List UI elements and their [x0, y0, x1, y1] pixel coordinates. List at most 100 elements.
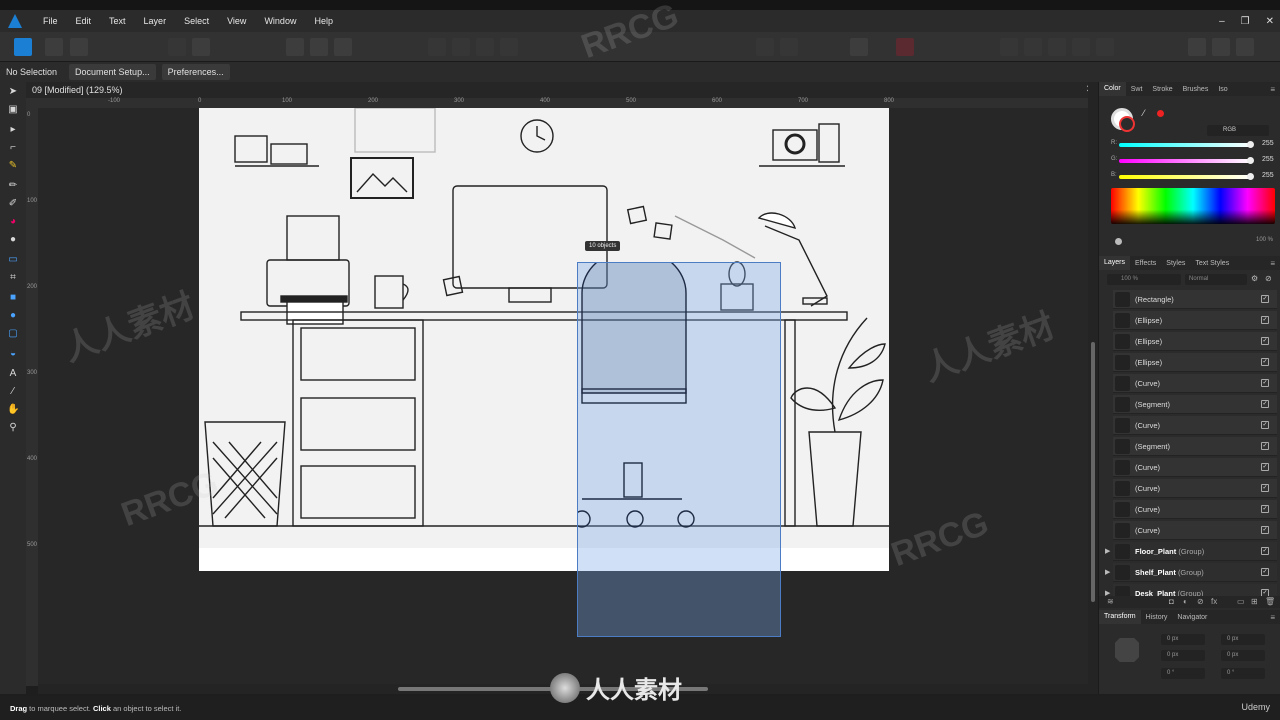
ellipse-tool-icon[interactable]: ● [7, 310, 19, 322]
layer-row[interactable]: (Curve) ✓ [1113, 500, 1277, 519]
visibility-checkbox[interactable]: ✓ [1261, 421, 1269, 429]
arrange-front-icon[interactable] [1188, 38, 1206, 56]
tab-iso[interactable]: Iso [1213, 86, 1232, 93]
zoom-tool-icon[interactable]: ⚲ [7, 422, 19, 434]
layer-row[interactable]: (Ellipse) ✓ [1113, 332, 1277, 351]
add-layer-icon[interactable]: ▭ [1237, 597, 1245, 606]
stroke-swatch[interactable] [1119, 116, 1135, 132]
toolbar-button[interactable] [756, 38, 774, 56]
text-tool-icon[interactable]: A [7, 368, 19, 380]
menu-view[interactable]: View [218, 16, 255, 26]
boolean-add-icon[interactable] [1000, 38, 1018, 56]
place-image-icon[interactable]: ▭ [7, 254, 19, 266]
hand-tool-icon[interactable]: ✋ [7, 404, 19, 416]
grid-icon[interactable] [850, 38, 868, 56]
align-top-icon[interactable] [500, 38, 518, 56]
visibility-checkbox[interactable]: ✓ [1261, 295, 1269, 303]
canvas-workspace[interactable]: 10 objects [38, 108, 1088, 684]
toolbar-button[interactable] [780, 38, 798, 56]
layer-group-row[interactable]: ▶ Floor_Plant (Group) ✓ [1105, 542, 1277, 561]
y-position-field[interactable]: 0 px [1161, 650, 1205, 661]
delete-layer-icon[interactable]: 🗑 [1265, 597, 1275, 606]
layer-row[interactable]: (Rectangle) ✓ [1113, 290, 1277, 309]
pencil-tool-icon[interactable]: ✏ [7, 180, 19, 192]
menu-help[interactable]: Help [305, 16, 342, 26]
blue-knob[interactable] [1247, 173, 1254, 180]
boolean-xor-icon[interactable] [1072, 38, 1090, 56]
tab-effects[interactable]: Effects [1130, 260, 1161, 267]
eyedropper-icon[interactable]: ⁄ [1143, 108, 1145, 118]
layer-row[interactable]: (Curve) ✓ [1113, 374, 1277, 393]
blend-mode-select[interactable]: Normal [1185, 274, 1247, 285]
tab-styles[interactable]: Styles [1161, 260, 1190, 267]
designer-persona-icon[interactable] [14, 38, 32, 56]
menu-text[interactable]: Text [100, 16, 135, 26]
node-tool-icon[interactable]: ▸ [7, 124, 19, 136]
height-field[interactable]: 0 px [1221, 650, 1265, 661]
transparency-tool-icon[interactable]: ● [7, 234, 19, 246]
visibility-checkbox[interactable]: ✓ [1261, 463, 1269, 471]
vertical-scrollbar[interactable] [1088, 82, 1098, 694]
layer-group-row[interactable]: ▶ Shelf_Plant (Group) ✓ [1105, 563, 1277, 582]
shape-tool-icon[interactable]: ◒ [7, 348, 19, 360]
document-setup-button[interactable]: Document Setup... [69, 64, 156, 80]
red-track[interactable] [1119, 143, 1251, 147]
visibility-checkbox[interactable]: ✓ [1261, 358, 1269, 366]
layer-row[interactable]: (Curve) ✓ [1113, 479, 1277, 498]
layers-stack-icon[interactable]: ≋ [1107, 597, 1114, 606]
rotation-field[interactable]: 0 ° [1161, 668, 1205, 679]
color-mode-select[interactable]: RGB [1207, 125, 1269, 136]
tab-swatches[interactable]: Swt [1126, 86, 1148, 93]
visibility-checkbox[interactable]: ✓ [1261, 442, 1269, 450]
blue-slider[interactable]: B: 255 [1111, 172, 1277, 182]
arrange-back-icon[interactable] [1212, 38, 1230, 56]
menu-file[interactable]: File [34, 16, 67, 26]
rectangle-tool-icon[interactable]: ■ [7, 292, 19, 304]
tab-stroke[interactable]: Stroke [1147, 86, 1177, 93]
live-filter-icon[interactable]: ⊘ [1197, 597, 1204, 606]
menu-select[interactable]: Select [175, 16, 218, 26]
green-value[interactable]: 255 [1262, 156, 1274, 163]
layer-opacity-field[interactable]: 100 % [1107, 274, 1181, 285]
boolean-divide-icon[interactable] [1096, 38, 1114, 56]
visibility-checkbox[interactable]: ✓ [1261, 379, 1269, 387]
select-box-icon[interactable] [310, 38, 328, 56]
blend-ranges-icon[interactable]: ⊘ [1265, 274, 1272, 283]
tab-brushes[interactable]: Brushes [1178, 86, 1214, 93]
x-position-field[interactable]: 0 px [1161, 634, 1205, 645]
visibility-checkbox[interactable]: ✓ [1261, 316, 1269, 324]
blue-track[interactable] [1119, 175, 1251, 179]
tab-color[interactable]: Color [1099, 82, 1126, 96]
minimize-icon[interactable]: – [1219, 16, 1225, 27]
menu-edit[interactable]: Edit [67, 16, 101, 26]
transform-origin-icon[interactable] [334, 38, 352, 56]
layer-row[interactable]: (Segment) ✓ [1113, 395, 1277, 414]
tab-history[interactable]: History [1141, 614, 1173, 621]
pen-tool-icon[interactable]: ✎ [7, 160, 19, 172]
menu-layer[interactable]: Layer [135, 16, 176, 26]
recent-color-dot[interactable] [1157, 110, 1164, 117]
pixel-persona-icon[interactable] [45, 38, 63, 56]
boolean-subtract-icon[interactable] [1024, 38, 1042, 56]
group-icon[interactable]: ⊞ [1251, 597, 1258, 606]
crop-tool-icon[interactable]: ⌗ [7, 272, 19, 284]
vector-brush-icon[interactable]: ✐ [7, 198, 19, 210]
fill-tool-icon[interactable]: ◕ [7, 216, 19, 228]
layer-row[interactable]: (Curve) ✓ [1113, 521, 1277, 540]
visibility-checkbox[interactable]: ✓ [1261, 505, 1269, 513]
snapping-magnet-icon[interactable] [896, 38, 914, 56]
toolbar-button[interactable] [168, 38, 186, 56]
tab-text-styles[interactable]: Text Styles [1190, 260, 1234, 267]
align-center-icon[interactable] [452, 38, 470, 56]
align-left-icon[interactable] [428, 38, 446, 56]
panel-menu-icon[interactable]: ≡ [1270, 613, 1280, 622]
layer-row[interactable]: (Segment) ✓ [1113, 437, 1277, 456]
snapping-icon[interactable] [286, 38, 304, 56]
expand-arrow-icon[interactable]: ▶ [1105, 547, 1110, 555]
corner-tool-icon[interactable]: ⌐ [7, 142, 19, 154]
visibility-checkbox[interactable]: ✓ [1261, 400, 1269, 408]
visibility-checkbox[interactable]: ✓ [1261, 547, 1269, 555]
no-color-icon[interactable] [1115, 238, 1122, 245]
tab-navigator[interactable]: Navigator [1172, 614, 1212, 621]
restore-icon[interactable]: ❐ [1241, 16, 1250, 27]
